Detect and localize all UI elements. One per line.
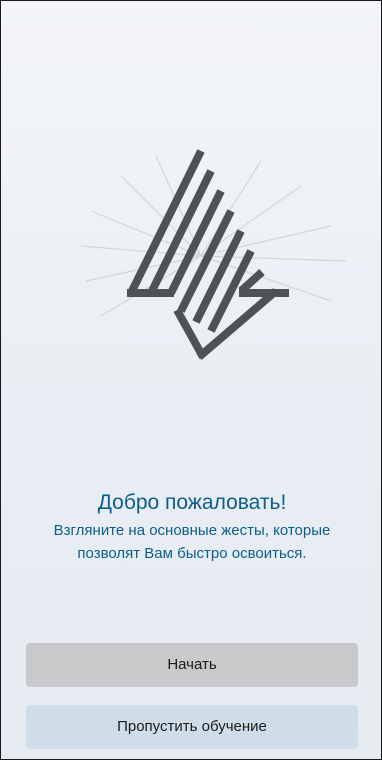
welcome-description: Взгляните на основные жесты, которые поз… — [53, 522, 331, 562]
welcome-title: Добро пожаловать! — [97, 491, 287, 514]
skip-tutorial-button[interactable]: Пропустить обучение — [26, 705, 358, 749]
start-button[interactable]: Начать — [26, 643, 358, 687]
app-logo — [61, 141, 361, 371]
welcome-screen: Добро пожаловать! Взгляните на основные … — [0, 0, 382, 760]
triangle-stripes-logo-icon — [80, 149, 347, 361]
